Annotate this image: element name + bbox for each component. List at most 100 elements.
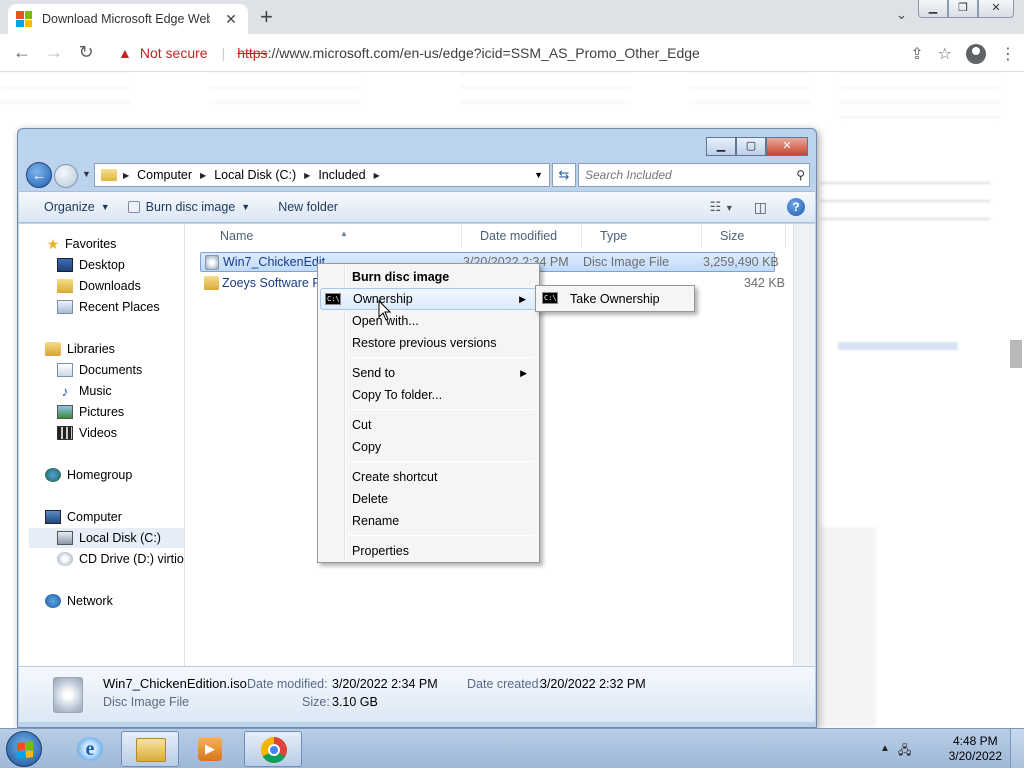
share-icon[interactable]: ⇪	[910, 44, 923, 64]
breadcrumb-arrow-icon[interactable]: ▶	[200, 171, 206, 180]
explorer-search-input[interactable]	[585, 168, 785, 182]
new-folder-button[interactable]: New folder	[278, 200, 338, 214]
taskbar-internet-explorer[interactable]: e	[60, 731, 118, 767]
tab-close-icon[interactable]: ✕	[222, 11, 240, 28]
menu-item-label: Restore previous versions	[352, 336, 497, 350]
column-header-size[interactable]: Size	[704, 224, 786, 248]
restore-button[interactable]: ❐	[948, 0, 978, 18]
menu-item-create-shortcut[interactable]: Create shortcut	[320, 466, 537, 488]
preview-pane-icon[interactable]: ◫	[754, 199, 767, 216]
help-icon[interactable]: ?	[787, 198, 805, 216]
homegroup-icon	[45, 468, 61, 482]
nav-music[interactable]: ♪ Music	[57, 381, 112, 401]
nav-recent-places[interactable]: Recent Places	[57, 297, 160, 317]
clock[interactable]: 4:48 PM 3/20/2022	[949, 734, 1002, 764]
menu-item-cut[interactable]: Cut	[320, 414, 537, 436]
nav-homegroup[interactable]: Homegroup	[45, 465, 132, 485]
breadcrumb-arrow-icon[interactable]: ▶	[123, 171, 129, 180]
burn-label: Burn disc image	[145, 200, 236, 214]
menu-item-open-with[interactable]: Open with...	[320, 310, 537, 332]
history-dropdown-icon[interactable]: ▼	[82, 169, 91, 179]
address-bar[interactable]: ▲ Not secure | https ://www.microsoft.co…	[108, 39, 878, 67]
explorer-titlebar[interactable]: ▁ ▢ ✕	[18, 129, 816, 161]
breadcrumb-included[interactable]: Included	[318, 168, 365, 182]
context-menu: Burn disc image C:\ Ownership ▶ Open wit…	[317, 263, 540, 563]
start-button[interactable]	[6, 731, 42, 767]
column-label: Date modified	[480, 229, 558, 243]
minimize-button[interactable]: ▁	[918, 0, 948, 18]
star-icon: ★	[46, 235, 60, 252]
system-tray: ▲ 🖧 4:48 PM 3/20/2022	[874, 729, 1024, 768]
menu-kebab-icon[interactable]: ⋮	[1000, 44, 1016, 64]
downloads-folder-icon	[57, 279, 73, 293]
nav-downloads[interactable]: Downloads	[57, 276, 141, 296]
nav-desktop[interactable]: Desktop	[57, 255, 125, 275]
nav-label: Libraries	[67, 342, 115, 356]
taskbar-windows-explorer[interactable]	[121, 731, 179, 767]
column-label: Name	[220, 229, 254, 243]
nav-favorites[interactable]: ★ Favorites	[45, 234, 117, 254]
close-button[interactable]: ✕	[978, 0, 1014, 18]
browser-tab[interactable]: Download Microsoft Edge Web B ✕	[8, 4, 248, 34]
file-list-scrollbar[interactable]	[793, 224, 815, 666]
menu-item-take-ownership[interactable]: C:\ Take Ownership	[538, 288, 692, 310]
explorer-window-controls: ▁ ▢ ✕	[706, 137, 808, 156]
nav-documents[interactable]: Documents	[57, 360, 142, 380]
breadcrumb-arrow-icon[interactable]: ▶	[374, 171, 380, 180]
explorer-minimize-button[interactable]: ▁	[706, 137, 736, 156]
nav-label: Desktop	[79, 258, 125, 272]
breadcrumb-arrow-icon[interactable]: ▶	[304, 171, 310, 180]
explorer-maximize-button[interactable]: ▢	[736, 137, 766, 156]
nav-cd-drive[interactable]: CD Drive (D:) virtio-w	[57, 549, 184, 569]
taskbar-chrome[interactable]	[244, 731, 302, 767]
column-header-date[interactable]: Date modified	[464, 224, 582, 248]
menu-item-properties[interactable]: Properties	[320, 540, 537, 562]
burn-disc-image-button[interactable]: Burn disc image ▼	[127, 200, 250, 214]
videos-filmstrip-icon	[57, 426, 73, 440]
nav-videos[interactable]: Videos	[57, 423, 117, 443]
menu-item-ownership[interactable]: C:\ Ownership ▶	[320, 288, 537, 310]
breadcrumb-computer[interactable]: Computer	[137, 168, 192, 182]
file-name: Win7_ChickenEdit	[223, 255, 326, 269]
menu-item-copy-to-folder[interactable]: Copy To folder...	[320, 384, 537, 406]
explorer-refresh-icon[interactable]: ⇆	[552, 163, 576, 187]
nav-local-disk[interactable]: Local Disk (C:)	[29, 528, 184, 548]
view-options-icon[interactable]: ☷ ▼	[710, 199, 734, 215]
nav-label: Documents	[79, 363, 143, 377]
profile-avatar-icon[interactable]	[966, 44, 986, 64]
explorer-forward-icon[interactable]	[54, 164, 78, 188]
nav-computer[interactable]: Computer	[45, 507, 122, 527]
column-header-type[interactable]: Type	[584, 224, 702, 248]
show-desktop-button[interactable]	[1010, 729, 1024, 768]
search-icon[interactable]: ⚲	[796, 168, 805, 182]
column-header-name[interactable]: ▲ Name	[204, 224, 462, 248]
bookmark-star-icon[interactable]: ☆	[938, 44, 952, 64]
tab-search-chevron-icon[interactable]: ⌄	[896, 7, 907, 23]
breadcrumb-local-disk[interactable]: Local Disk (C:)	[214, 168, 296, 182]
show-hidden-icons-icon[interactable]: ▲	[880, 743, 890, 754]
back-arrow-icon[interactable]: ←	[6, 42, 38, 63]
nav-pictures[interactable]: Pictures	[57, 402, 124, 422]
menu-item-restore-previous-versions[interactable]: Restore previous versions	[320, 332, 537, 354]
explorer-back-icon[interactable]: ←	[26, 162, 52, 188]
menu-item-copy[interactable]: Copy	[320, 436, 537, 458]
menu-item-delete[interactable]: Delete	[320, 488, 537, 510]
address-dropdown-icon[interactable]: ▼	[534, 170, 543, 180]
network-status-icon[interactable]: 🖧	[898, 741, 911, 762]
taskbar-media-player[interactable]: ▶	[181, 731, 239, 767]
explorer-close-button[interactable]: ✕	[766, 137, 808, 156]
windows-logo-icon	[17, 741, 33, 759]
forward-arrow-icon[interactable]: →	[38, 42, 70, 63]
menu-item-label: Send to	[352, 366, 396, 380]
menu-item-send-to[interactable]: Send to ▶	[320, 362, 537, 384]
organize-button[interactable]: Organize ▼	[44, 200, 110, 214]
command-prompt-icon: C:\	[325, 293, 341, 305]
new-tab-button[interactable]: +	[260, 5, 273, 29]
reload-icon[interactable]: ↻	[70, 42, 102, 63]
nav-network[interactable]: Network	[45, 591, 113, 611]
menu-item-rename[interactable]: Rename	[320, 510, 537, 532]
menu-item-burn-disc-image[interactable]: Burn disc image	[320, 266, 537, 288]
explorer-address-bar[interactable]: ▶ Computer ▶ Local Disk (C:) ▶ Included …	[94, 163, 550, 187]
page-scrollbar-thumb[interactable]	[1010, 340, 1022, 368]
nav-libraries[interactable]: Libraries	[45, 339, 115, 359]
